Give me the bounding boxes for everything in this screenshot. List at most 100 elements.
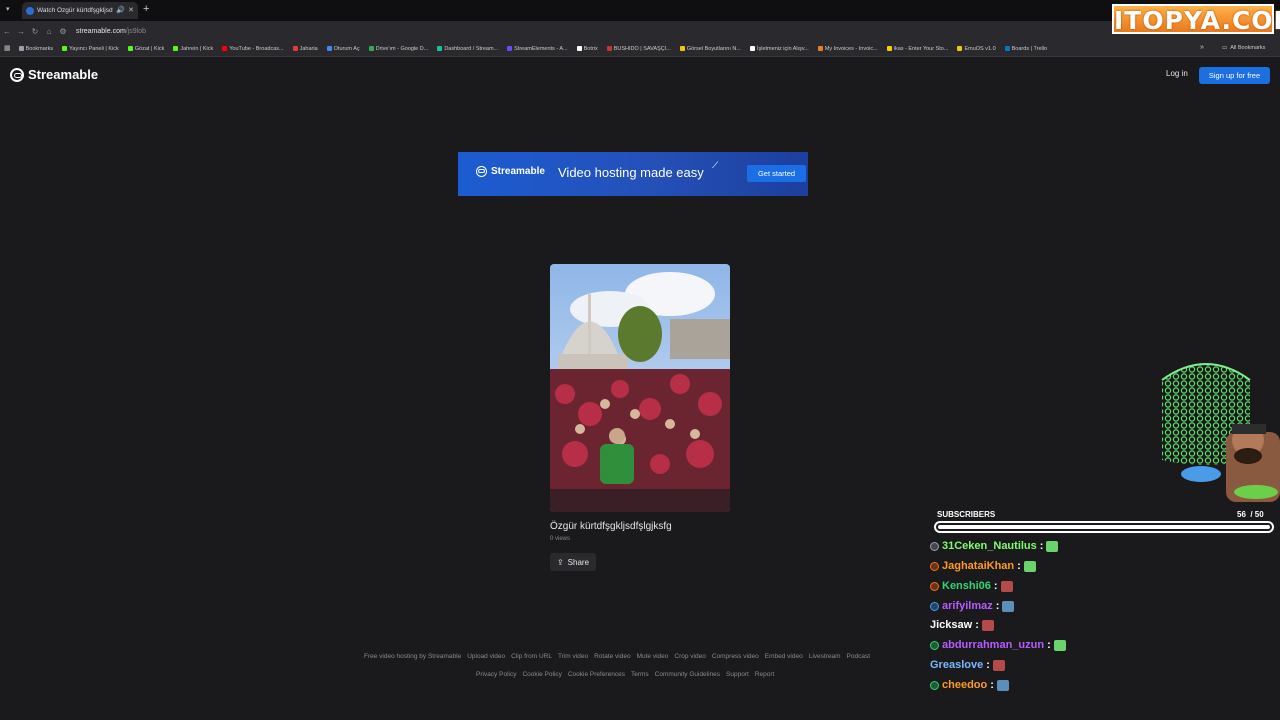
- footer-link[interactable]: Support: [726, 671, 749, 678]
- chat-separator: :: [975, 619, 979, 631]
- banner-logo: Streamable: [476, 166, 545, 177]
- footer-link[interactable]: Rotate video: [594, 653, 631, 660]
- footer-link[interactable]: Report: [755, 671, 775, 678]
- footer-link[interactable]: Crop video: [674, 653, 705, 660]
- bookmark-item[interactable]: StreamElements - A...: [507, 46, 568, 52]
- streamer-avatar-image: [1161, 363, 1280, 502]
- bookmark-label: Boards | Trello: [1011, 45, 1048, 52]
- bookmark-item[interactable]: Boards | Trello: [1004, 45, 1048, 52]
- bookmark-item[interactable]: BUSHIDO | SAVAŞÇI...: [606, 46, 671, 52]
- signup-button[interactable]: Sign up for free: [1199, 67, 1270, 84]
- footer-link[interactable]: Compress video: [712, 653, 759, 660]
- chat-username[interactable]: arifyilmaz: [942, 600, 993, 612]
- user-badge-icon: [930, 640, 939, 650]
- new-tab-icon[interactable]: +: [143, 3, 149, 15]
- bookmark-label: EmuOS v1.0: [964, 45, 996, 52]
- bookmark-item[interactable]: Botrix: [576, 46, 598, 52]
- reload-icon[interactable]: ↻: [28, 27, 42, 36]
- video-player[interactable]: [550, 264, 730, 512]
- streamable-logo[interactable]: Streamable: [10, 67, 98, 82]
- promo-banner[interactable]: Streamable Video hosting made easy ⟋ Get…: [458, 152, 808, 196]
- footer-link[interactable]: Terms: [631, 671, 649, 678]
- tab-title: Watch Özgür kürtdfşgkljsdf: [37, 7, 114, 14]
- footer-link[interactable]: Community Guidelines: [655, 671, 720, 678]
- bookmark-item[interactable]: EmuOS v1.0: [957, 45, 996, 52]
- get-started-button[interactable]: Get started: [747, 165, 806, 182]
- bookmark-favicon-icon: [62, 46, 68, 51]
- back-icon[interactable]: ←: [0, 27, 14, 36]
- chat-username[interactable]: abdurrahman_uzun: [942, 639, 1044, 651]
- chat-username[interactable]: Jicksaw: [930, 619, 972, 631]
- footer-link[interactable]: Trim video: [558, 653, 588, 660]
- footer-link[interactable]: Upload video: [467, 653, 505, 660]
- subscribers-progress-bar: [934, 521, 1274, 533]
- bookmark-favicon-icon: [368, 46, 374, 51]
- bookmark-item[interactable]: Görsel Boyutlarını N...: [679, 45, 741, 52]
- share-button[interactable]: ⇪ Share: [550, 553, 596, 571]
- url-field[interactable]: streamable.com/js9lob: [76, 28, 146, 35]
- chat-message: 31Ceken_Nautilus:: [930, 538, 1059, 554]
- footer-link[interactable]: Podcast: [847, 653, 871, 660]
- audio-icon[interactable]: 🔊: [116, 7, 125, 14]
- bookmark-item[interactable]: YouTube - Broadcas...: [222, 46, 284, 52]
- footer-link[interactable]: Mute video: [637, 653, 669, 660]
- bookmark-item[interactable]: Oturum Aç: [326, 46, 360, 52]
- chat-username[interactable]: Kenshi06: [942, 580, 991, 592]
- bookmark-favicon-icon: [437, 46, 443, 51]
- footer-link[interactable]: Livestream: [809, 653, 841, 660]
- bookmark-item[interactable]: Jaharia: [292, 45, 318, 52]
- chat-username[interactable]: cheedoo: [942, 679, 987, 691]
- footer-link[interactable]: Embed video: [765, 653, 803, 660]
- bookmark-favicon-icon: [292, 46, 298, 51]
- banner-tagline: Video hosting made easy: [558, 165, 704, 180]
- bookmark-favicon-icon: [326, 46, 332, 51]
- bookmark-favicon-icon: [222, 46, 228, 51]
- bookmark-item[interactable]: ikas - Enter Your Sto...: [886, 46, 948, 52]
- bookmark-label: Görsel Boyutlarını N...: [686, 45, 741, 52]
- login-link[interactable]: Log in: [1166, 69, 1188, 78]
- bookmark-label: Yayıncı Paneli | Kick: [69, 45, 119, 52]
- bookmark-favicon-icon: [576, 46, 582, 51]
- bookmark-item[interactable]: İşletmeniz için Alışv...: [749, 46, 809, 52]
- chat-username[interactable]: 31Ceken_Nautilus: [942, 540, 1037, 552]
- bookmark-item[interactable]: Drive'ım - Google D...: [368, 46, 428, 52]
- bookmark-label: Jaharia: [299, 45, 318, 52]
- footer-link[interactable]: Cookie Preferences: [568, 671, 625, 678]
- browser-tab[interactable]: Watch Özgür kürtdfşgkljsdf 🔊 ✕: [22, 2, 138, 19]
- bookmark-item[interactable]: Yayıncı Paneli | Kick: [62, 46, 119, 52]
- bookmark-item[interactable]: Jahrein | Kick: [173, 46, 213, 52]
- emote-icon: [1002, 600, 1015, 612]
- chat-separator: :: [995, 600, 1000, 612]
- chat-message: Greaslove:: [930, 657, 1005, 673]
- apps-grid-icon[interactable]: ▦: [4, 45, 11, 52]
- footer-link[interactable]: Privacy Policy: [476, 671, 516, 678]
- chat-separator: :: [1047, 639, 1051, 651]
- chat-separator: :: [1017, 560, 1021, 572]
- bookmark-favicon-icon: [127, 46, 133, 51]
- streamable-brand-text: Streamable: [28, 67, 99, 82]
- footer-link[interactable]: Clip from URL: [511, 653, 552, 660]
- bookmark-favicon-icon: [606, 46, 612, 51]
- chat-username[interactable]: Greaslove: [930, 659, 983, 671]
- footer-link[interactable]: Cookie Policy: [522, 671, 561, 678]
- streamable-logo-icon: [10, 67, 24, 82]
- bookmark-label: Dashboard / Stream...: [444, 45, 499, 52]
- site-info-icon[interactable]: ⚙: [56, 27, 70, 36]
- bookmark-item[interactable]: Bookmarks: [18, 46, 53, 52]
- user-badge-icon: [930, 581, 939, 591]
- video-thumbnail: [550, 264, 730, 512]
- tab-search-icon[interactable]: ▾: [6, 6, 10, 13]
- footer-link[interactable]: Free video hosting by Streamable: [364, 653, 461, 660]
- bookmark-item[interactable]: Dashboard / Stream...: [437, 46, 498, 52]
- forward-icon[interactable]: →: [14, 27, 28, 36]
- close-tab-icon[interactable]: ✕: [128, 7, 134, 14]
- bookmark-item[interactable]: Gözat | Kick: [127, 46, 164, 52]
- chat-username[interactable]: JaghataiKhan: [942, 560, 1014, 572]
- all-bookmarks[interactable]: ▭ All Bookmarks: [1222, 45, 1265, 51]
- home-icon[interactable]: ⌂: [42, 27, 56, 36]
- more-bookmarks-icon[interactable]: »: [1200, 44, 1204, 51]
- url-path: /js9lob: [125, 27, 147, 35]
- bookmark-item[interactable]: My Invoices - Invoic...: [817, 46, 878, 52]
- bookmark-favicon-icon: [679, 46, 685, 51]
- bookmark-favicon-icon: [173, 46, 179, 51]
